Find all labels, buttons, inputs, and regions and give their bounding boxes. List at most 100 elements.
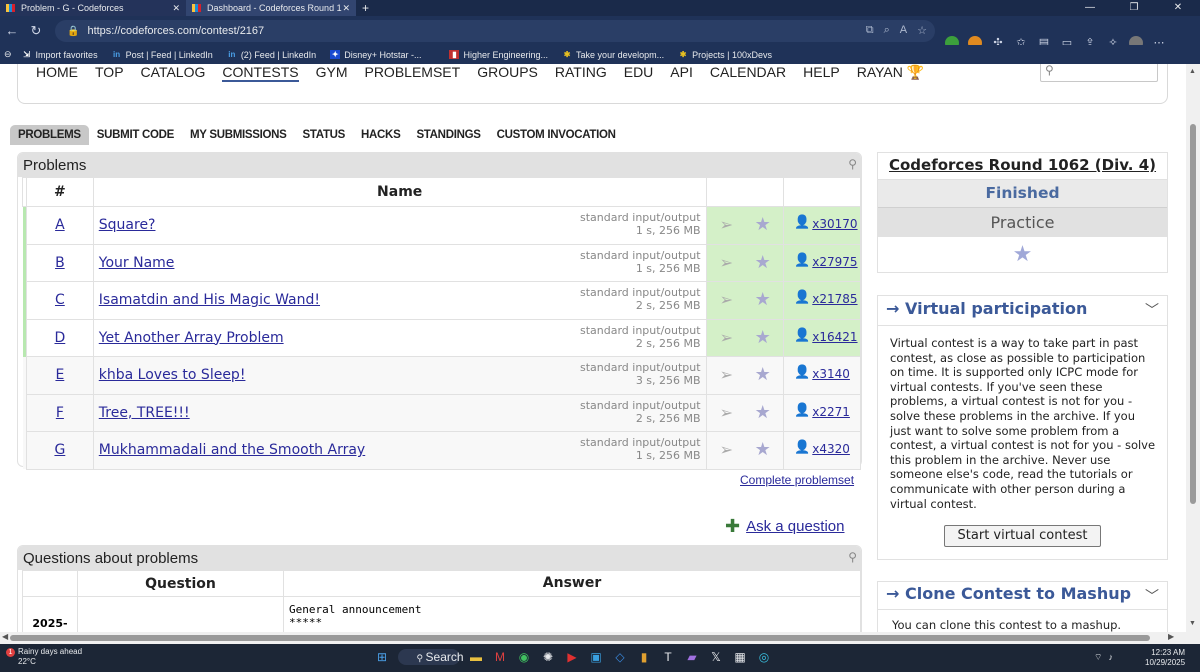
bookmark-develop[interactable]: ✱ Take your developm... bbox=[562, 50, 664, 60]
chatgpt-icon[interactable]: ✺ bbox=[540, 649, 556, 665]
scroll-left-icon[interactable]: ◀ bbox=[2, 632, 8, 641]
tab-standings[interactable]: STANDINGS bbox=[408, 125, 488, 145]
submit-icon[interactable]: ➢ bbox=[720, 328, 733, 347]
scroll-thumb[interactable] bbox=[1190, 124, 1196, 504]
problem-name-link[interactable]: Square? bbox=[99, 217, 156, 233]
menu-help[interactable]: HELP bbox=[803, 64, 840, 82]
horizontal-scrollbar[interactable]: ◀ ▶ bbox=[0, 632, 1200, 644]
contest-title[interactable]: Codeforces Round 1062 (Div. 4) bbox=[878, 153, 1167, 179]
submit-icon[interactable]: ➢ bbox=[720, 215, 733, 234]
bookmark-import[interactable]: ⇲ Import favorites bbox=[22, 50, 97, 60]
tab-submit-code[interactable]: SUBMIT CODE bbox=[89, 125, 182, 145]
problem-index-link[interactable]: A bbox=[55, 217, 65, 233]
wifi-icon[interactable]: ⌔ bbox=[1094, 652, 1102, 663]
menu-groups[interactable]: GROUPS bbox=[477, 64, 538, 82]
bookmark-linkedin-feed[interactable]: in (2) Feed | LinkedIn bbox=[227, 50, 316, 60]
problem-name-link[interactable]: Your Name bbox=[99, 255, 175, 271]
youtube-icon[interactable]: ▶ bbox=[564, 649, 580, 665]
whatsapp-icon[interactable]: ◉ bbox=[516, 649, 532, 665]
bookmark-100xdevs[interactable]: ✱ Projects | 100xDevs bbox=[678, 50, 772, 60]
bookmark-linkedin-post[interactable]: in Post | Feed | LinkedIn bbox=[112, 50, 213, 60]
submit-icon[interactable]: ➢ bbox=[720, 290, 733, 309]
url-field[interactable]: 🔒 https://codeforces.com/contest/2167 ⧉ … bbox=[55, 20, 935, 42]
menu-contests[interactable]: CONTESTS bbox=[222, 64, 299, 82]
typora-icon[interactable]: T bbox=[660, 649, 676, 665]
tab-status[interactable]: STATUS bbox=[295, 125, 354, 145]
menu-problemset[interactable]: PROBLEMSET bbox=[364, 64, 460, 82]
calendar-app-icon[interactable]: ▦ bbox=[732, 649, 748, 665]
problem-index-link[interactable]: G bbox=[54, 442, 65, 458]
ask-question[interactable]: ✚ Ask a question bbox=[725, 516, 845, 537]
tab-hacks[interactable]: HACKS bbox=[353, 125, 408, 145]
close-window-icon[interactable]: ✕ bbox=[1156, 0, 1200, 16]
browser-tab-dashboard[interactable]: Dashboard - Codeforces Round 1 ✕ bbox=[186, 0, 356, 16]
problem-index-link[interactable]: D bbox=[54, 330, 65, 346]
chevron-down-icon[interactable]: ﹀ bbox=[1145, 586, 1159, 606]
bookmark-folder-icon[interactable]: ⊖ bbox=[4, 49, 12, 60]
solved-count-link[interactable]: x3140 bbox=[812, 367, 850, 381]
submit-icon[interactable]: ➢ bbox=[720, 253, 733, 272]
taskbar-search[interactable]: ⚲ Search bbox=[398, 649, 464, 665]
start-virtual-contest-button[interactable]: Start virtual contest bbox=[944, 525, 1101, 547]
menu-catalog[interactable]: CATALOG bbox=[141, 64, 206, 82]
favorite-star-icon[interactable]: ★ bbox=[755, 252, 771, 273]
clone-contest-header[interactable]: → Clone Contest to Mashup ﹀ bbox=[878, 582, 1167, 610]
open-in-app-icon[interactable]: ⧉ bbox=[866, 24, 874, 37]
file-explorer-icon[interactable]: ▬ bbox=[468, 649, 484, 665]
menu-rating[interactable]: RATING bbox=[555, 64, 607, 82]
favorite-star-icon[interactable]: ★ bbox=[755, 289, 771, 310]
new-tab-icon[interactable]: + bbox=[362, 1, 369, 15]
complete-problemset-link[interactable]: Complete problemset bbox=[740, 473, 854, 487]
solved-count-link[interactable]: x2271 bbox=[812, 405, 850, 419]
scroll-right-icon[interactable]: ▶ bbox=[1168, 632, 1174, 641]
favorite-star-icon[interactable]: ★ bbox=[755, 402, 771, 423]
favorite-star-icon[interactable]: ★ bbox=[878, 237, 1167, 273]
problem-index-link[interactable]: F bbox=[56, 405, 64, 421]
zoom-icon[interactable]: ⌕ bbox=[884, 24, 890, 37]
favorite-star-icon[interactable]: ★ bbox=[755, 214, 771, 235]
solved-count-link[interactable]: x21785 bbox=[812, 292, 857, 306]
favorite-star-icon[interactable]: ★ bbox=[755, 439, 771, 460]
problem-name-link[interactable]: Yet Another Array Problem bbox=[99, 330, 284, 346]
bookmark-hotstar[interactable]: ✦ Disney+ Hotstar -... bbox=[330, 50, 421, 60]
volume-icon[interactable]: ♪ bbox=[1108, 652, 1113, 663]
read-aloud-icon[interactable]: A bbox=[900, 24, 907, 37]
menu-api[interactable]: API bbox=[670, 64, 693, 82]
chart-app-icon[interactable]: ▮ bbox=[636, 649, 652, 665]
terminal-icon[interactable]: ▣ bbox=[588, 649, 604, 665]
bookmark-engineering[interactable]: ▮ Higher Engineering... bbox=[449, 50, 548, 60]
menu-home[interactable]: HOME bbox=[36, 64, 78, 82]
problem-name-link[interactable]: khba Loves to Sleep! bbox=[99, 367, 246, 383]
problem-name-link[interactable]: Isamatdin and His Magic Wand! bbox=[99, 292, 320, 308]
folder-app-icon[interactable]: ▰ bbox=[684, 649, 700, 665]
problem-name-link[interactable]: Tree, TREE!!! bbox=[99, 405, 190, 421]
tab-problems[interactable]: PROBLEMS bbox=[10, 125, 89, 145]
solved-count-link[interactable]: x16421 bbox=[812, 330, 857, 344]
menu-rayan[interactable]: RAYAN 🏆 bbox=[857, 64, 924, 82]
back-icon[interactable]: ← bbox=[0, 23, 24, 38]
submit-icon[interactable]: ➢ bbox=[720, 365, 733, 384]
favorite-star-icon[interactable]: ★ bbox=[755, 364, 771, 385]
minimize-icon[interactable]: — bbox=[1068, 0, 1112, 16]
submit-icon[interactable]: ➢ bbox=[720, 440, 733, 459]
vertical-scrollbar[interactable]: ▲ ▼ bbox=[1186, 64, 1200, 632]
favorite-star-icon[interactable]: ★ bbox=[755, 327, 771, 348]
gmail-icon[interactable]: M bbox=[492, 649, 508, 665]
tab-my-submissions[interactable]: MY SUBMISSIONS bbox=[182, 125, 295, 145]
menu-edu[interactable]: EDU bbox=[624, 64, 654, 82]
problem-name-link[interactable]: Mukhammadali and the Smooth Array bbox=[99, 442, 365, 458]
problem-index-link[interactable]: C bbox=[55, 292, 65, 308]
taskbar-clock[interactable]: 12:23 AM 10/29/2025 bbox=[1145, 648, 1185, 668]
close-tab-icon[interactable]: ✕ bbox=[342, 3, 350, 14]
edge-browser-icon[interactable]: ◎ bbox=[756, 649, 772, 665]
solved-count-link[interactable]: x27975 bbox=[812, 255, 857, 269]
windows-start-icon[interactable]: ⊞ bbox=[374, 649, 390, 665]
x-twitter-icon[interactable]: 𝕏 bbox=[708, 649, 724, 665]
scroll-thumb[interactable] bbox=[10, 635, 1150, 641]
problem-index-link[interactable]: B bbox=[55, 255, 65, 271]
ask-question-link[interactable]: Ask a question bbox=[746, 518, 844, 535]
vscode-icon[interactable]: ◇ bbox=[612, 649, 628, 665]
restore-icon[interactable]: ❐ bbox=[1112, 0, 1156, 16]
weather-widget[interactable]: 1 Rainy days ahead 22°C bbox=[6, 647, 82, 667]
browser-tab-problem[interactable]: Problem - G - Codeforces ✕ bbox=[0, 0, 186, 16]
